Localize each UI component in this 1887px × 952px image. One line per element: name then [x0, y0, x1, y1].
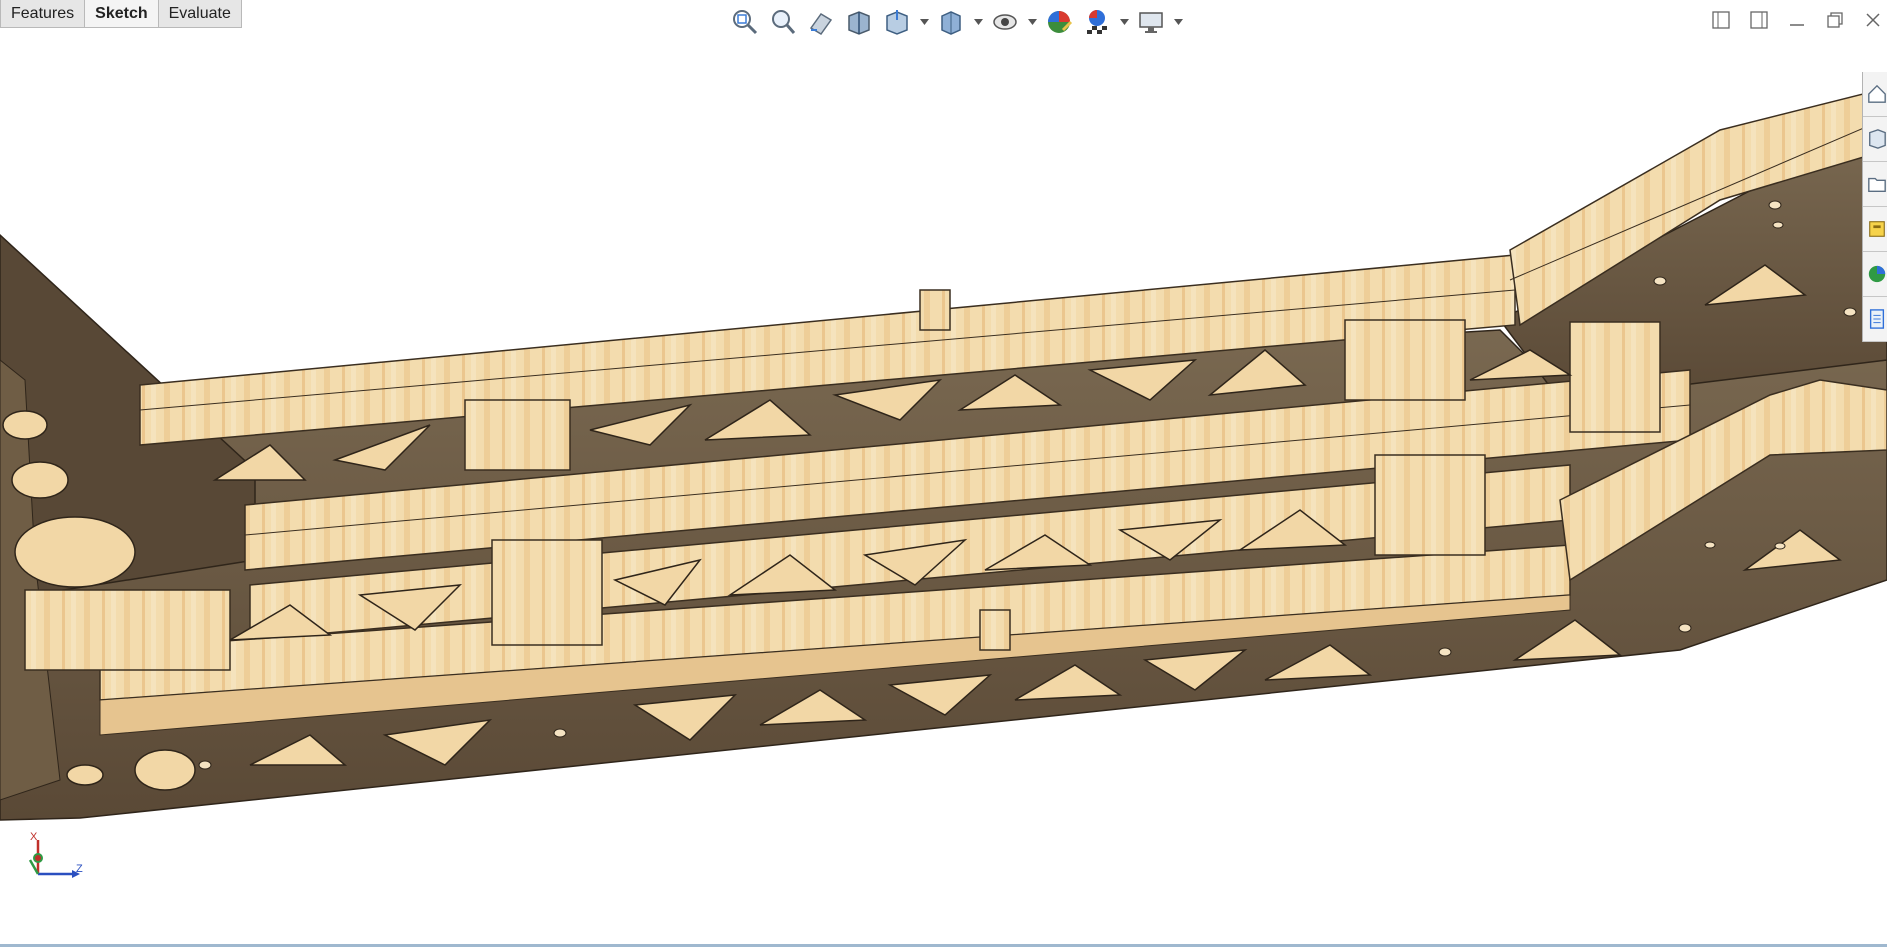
zoom-to-area-icon[interactable] [766, 6, 800, 38]
restore-icon[interactable] [1821, 6, 1849, 34]
view-palette-icon[interactable] [1863, 207, 1887, 252]
zoom-to-fit-icon[interactable] [728, 6, 762, 38]
tab-block [919, 289, 951, 331]
hide-show-items-icon[interactable] [988, 6, 1022, 38]
display-style-icon[interactable] [934, 6, 968, 38]
tab-features[interactable]: Features [0, 0, 86, 28]
close-icon[interactable] [1859, 6, 1887, 34]
graphics-area[interactable] [0, 0, 1887, 947]
view-orientation-dropdown-icon[interactable] [918, 6, 930, 38]
section-view-icon[interactable] [842, 6, 876, 38]
view-settings-dropdown-icon[interactable] [1172, 6, 1184, 38]
block [1569, 321, 1661, 433]
command-manager-tabs: Features Sketch Evaluate [0, 0, 242, 29]
hide-show-dropdown-icon[interactable] [1026, 6, 1038, 38]
view-orientation-icon[interactable] [880, 6, 914, 38]
task-pane [1862, 72, 1887, 342]
block [464, 399, 571, 471]
minimize-icon[interactable] [1783, 6, 1811, 34]
window-controls [1707, 6, 1887, 34]
apply-scene-dropdown-icon[interactable] [1118, 6, 1130, 38]
apply-scene-icon[interactable] [1080, 6, 1114, 38]
home-icon[interactable] [1863, 72, 1887, 117]
view-settings-icon[interactable] [1134, 6, 1168, 38]
triad-x-label: X [30, 831, 38, 843]
design-library-icon[interactable] [1863, 117, 1887, 162]
tab-sketch[interactable]: Sketch [84, 0, 159, 28]
display-style-dropdown-icon[interactable] [972, 6, 984, 38]
edit-appearance-icon[interactable] [1042, 6, 1076, 38]
custom-properties-icon[interactable] [1863, 297, 1887, 342]
previous-view-icon[interactable] [804, 6, 838, 38]
block [1374, 454, 1486, 556]
file-explorer-icon[interactable] [1863, 162, 1887, 207]
tile-left-icon[interactable] [1707, 6, 1735, 34]
block [491, 539, 603, 646]
tile-right-icon[interactable] [1745, 6, 1773, 34]
block [24, 589, 231, 671]
heads-up-view-toolbar [728, 5, 1184, 39]
appearances-icon[interactable] [1863, 252, 1887, 297]
tab-block [979, 609, 1011, 651]
block [1344, 319, 1466, 401]
tab-evaluate[interactable]: Evaluate [157, 0, 242, 28]
triad-z-label: Z [76, 863, 83, 875]
reference-triad: X Z [26, 830, 86, 890]
